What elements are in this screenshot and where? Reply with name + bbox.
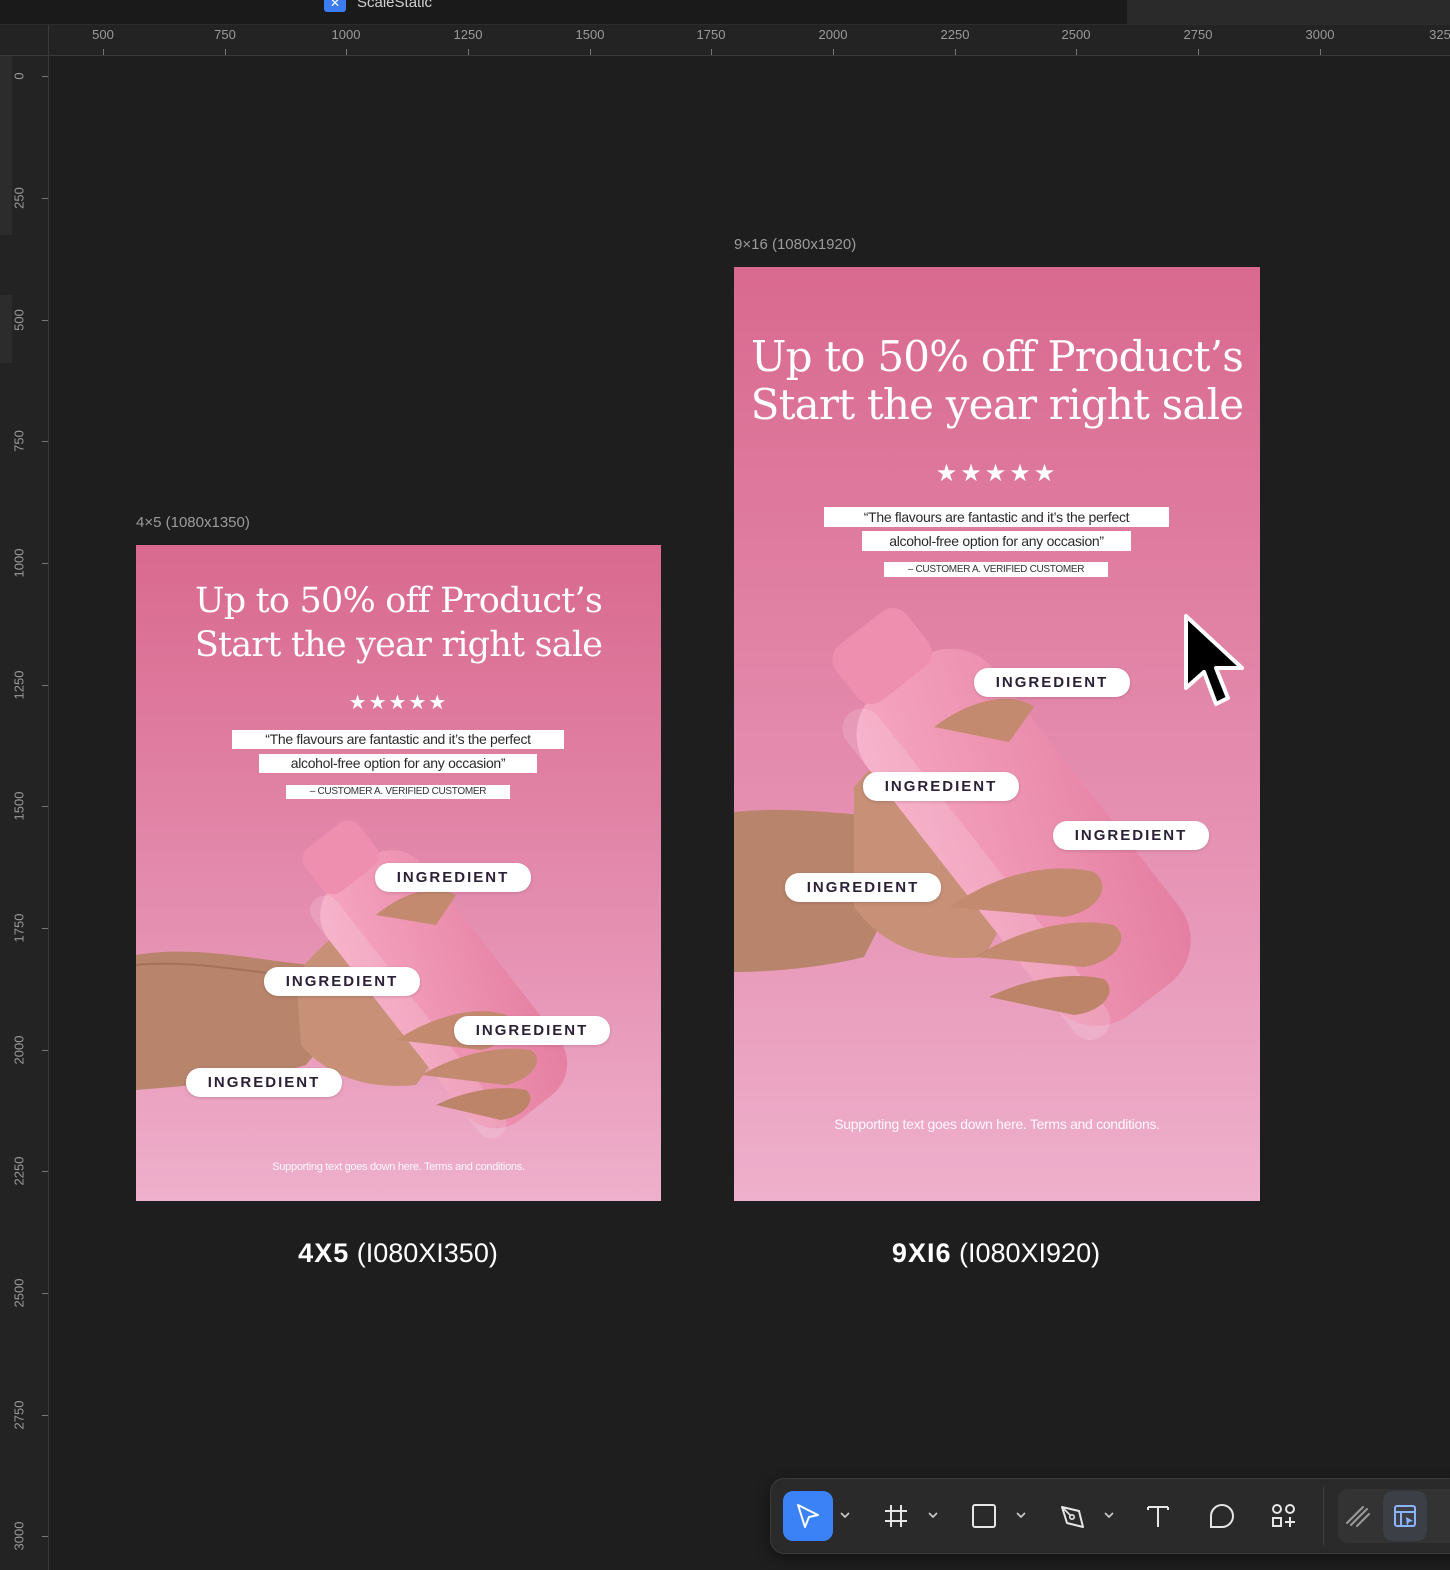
ingredient-pill[interactable]: INGREDIENT [454, 1016, 610, 1045]
ingredient-pill[interactable]: INGREDIENT [186, 1068, 342, 1097]
ingredient-pill[interactable]: INGREDIENT [785, 873, 941, 902]
caption-ratio: 9XI6 [891, 1238, 952, 1268]
ruler-label: 2750 [1183, 27, 1213, 42]
app-title: ScaleStatic [357, 0, 433, 11]
ingredient-pill[interactable]: INGREDIENT [974, 668, 1130, 697]
chevron-down-icon[interactable] [927, 1509, 939, 1521]
actions-icon[interactable] [1259, 1491, 1309, 1541]
ruler-side-segment [0, 25, 12, 235]
rating-stars: ★★★★★ [348, 692, 449, 714]
headline-line-1: Up to 50% off Product’s [750, 332, 1244, 381]
vertical-ruler: 0 250 500 750 1000 1250 1500 1750 2000 2… [0, 25, 49, 1570]
ruler-label: 2000 [11, 1035, 27, 1065]
app-icon: ✕ [324, 0, 346, 12]
ingredient-pill[interactable]: INGREDIENT [1053, 821, 1209, 850]
horizontal-ruler: 500 750 1000 1250 1500 1750 2000 2250 25… [48, 25, 1450, 56]
rating-stars: ★★★★★ [935, 460, 1059, 487]
caption-ratio: 4X5 [298, 1238, 350, 1268]
ad-frame-9x16[interactable]: Up to 50% off Product’s Start the year r… [734, 267, 1260, 1201]
toolbar-divider [1323, 1487, 1324, 1545]
footnote[interactable]: Supporting text goes down here. Terms an… [734, 1116, 1260, 1132]
top-bar: ✕ ScaleStatic [0, 0, 1450, 25]
rectangle-icon[interactable] [959, 1491, 1009, 1541]
top-bar-right-area [1127, 0, 1450, 24]
ruler-label: 2500 [11, 1278, 27, 1308]
headline[interactable]: Up to 50% off Product’s Start the year r… [734, 333, 1260, 429]
headline[interactable]: Up to 50% off Product’s Start the year r… [136, 579, 661, 667]
ruler-label: 2250 [11, 1156, 27, 1186]
ingredient-pill[interactable]: INGREDIENT [863, 772, 1019, 801]
ruler-label: 1000 [11, 548, 27, 578]
ruler-label: 0 [11, 72, 27, 80]
quote-byline[interactable]: – CUSTOMER A. VERIFIED CUSTOMER [884, 562, 1108, 577]
quote-byline[interactable]: – CUSTOMER A. VERIFIED CUSTOMER [286, 785, 510, 799]
ruler-side-segment [0, 295, 12, 363]
quote-line-1[interactable]: “The flavours are fantastic and it’s the… [824, 507, 1169, 527]
ruler-label: 2250 [940, 27, 970, 42]
ruler-label: 1500 [11, 791, 27, 821]
ruler-label: 1750 [11, 913, 27, 943]
ruler-label: 1250 [453, 27, 483, 42]
caption-size: (I080XI920) [958, 1238, 1101, 1268]
ruler-label: 500 [11, 309, 27, 331]
headline-line-2: Start the year right sale [194, 625, 603, 665]
ruler-label: 250 [11, 187, 27, 209]
ruler-label: 500 [92, 27, 114, 42]
chevron-down-icon[interactable] [1015, 1509, 1027, 1521]
headline-line-2: Start the year right sale [750, 380, 1245, 429]
frame-hash-icon[interactable] [871, 1491, 921, 1541]
chevron-down-icon[interactable] [839, 1509, 851, 1521]
draw-icon[interactable] [1333, 1491, 1383, 1541]
ingredient-pill[interactable]: INGREDIENT [375, 863, 531, 892]
ruler-label: 3000 [1305, 27, 1335, 42]
quote-line-2[interactable]: alcohol-free option for any occasion” [259, 754, 537, 773]
dev-mode-icon[interactable] [1383, 1491, 1427, 1541]
comment-icon[interactable] [1197, 1491, 1247, 1541]
frame-caption-9x16: 9XI6 (I080XI920) [892, 1238, 1100, 1269]
quote-line-2[interactable]: alcohol-free option for any occasion” [862, 531, 1131, 551]
ruler-label: 3000 [11, 1521, 27, 1551]
ruler-label: 325 [1429, 27, 1450, 42]
chevron-down-icon[interactable] [1103, 1509, 1115, 1521]
ingredient-pill[interactable]: INGREDIENT [264, 967, 420, 996]
ruler-label: 2500 [1061, 27, 1091, 42]
quote-line-1[interactable]: “The flavours are fantastic and it’s the… [232, 730, 564, 749]
frame-name-label[interactable]: 9×16 (1080x1920) [734, 236, 856, 253]
ad-frame-4x5[interactable]: Up to 50% off Product’s Start the year r… [136, 545, 661, 1201]
caption-size: (I080XI350) [356, 1238, 498, 1268]
ruler-label: 2000 [818, 27, 848, 42]
ruler-label: 750 [214, 27, 236, 42]
ruler-label: 1500 [575, 27, 605, 42]
frame-caption-4x5: 4X5 (I080XI350) [298, 1238, 498, 1269]
move-cursor-icon[interactable] [783, 1491, 833, 1541]
ruler-label: 1000 [331, 27, 361, 42]
pen-icon[interactable] [1047, 1491, 1097, 1541]
ruler-label: 1750 [696, 27, 726, 42]
frame-name-label[interactable]: 4×5 (1080x1350) [136, 514, 250, 531]
headline-line-1: Up to 50% off Product’s [195, 581, 603, 621]
ruler-label: 2750 [11, 1400, 27, 1430]
text-icon[interactable] [1133, 1491, 1183, 1541]
mouse-pointer-icon [1184, 614, 1244, 706]
ruler-label: 1250 [11, 670, 27, 700]
ruler-label: 750 [11, 430, 27, 452]
bottom-toolbar [770, 1478, 1450, 1554]
ruler-corner [0, 25, 49, 56]
footnote[interactable]: Supporting text goes down here. Terms an… [136, 1161, 661, 1173]
